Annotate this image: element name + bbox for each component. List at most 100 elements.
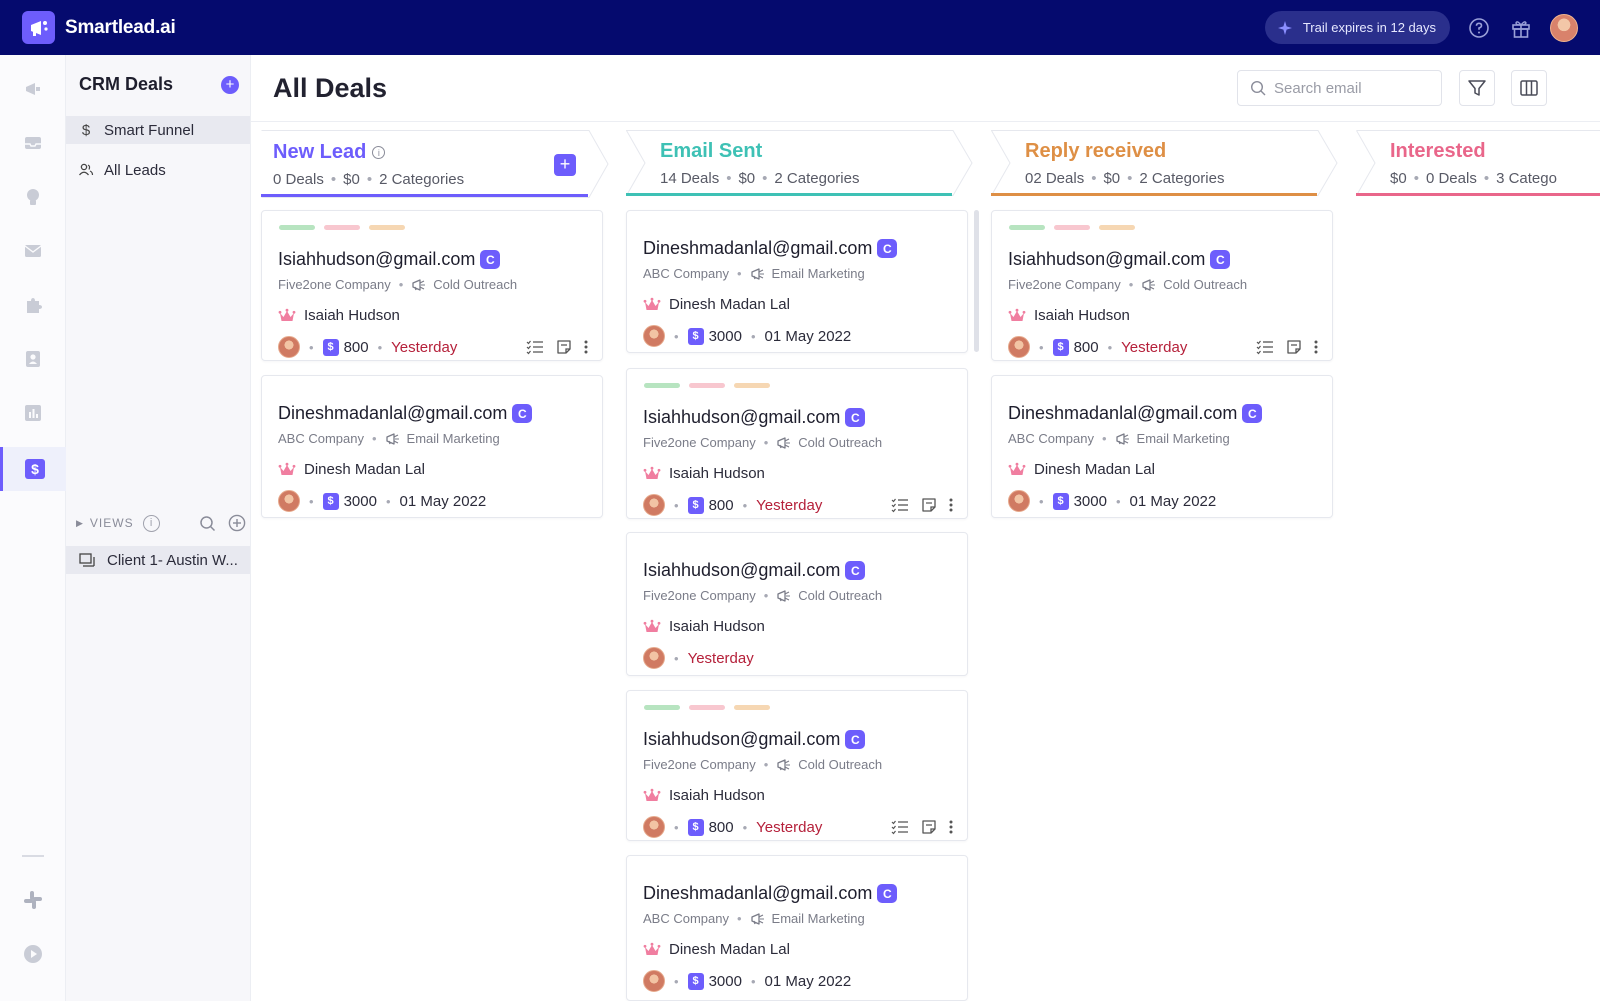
more-options-icon[interactable] <box>949 497 953 513</box>
checklist-icon[interactable] <box>891 497 909 513</box>
deal-card[interactable]: Dineshmadanlal@gmail.com C ABC Company • Ema… <box>626 210 968 353</box>
lead-company-row: Five2one Company • Cold Outreach <box>278 277 518 292</box>
deal-card[interactable]: Isiahhudson@gmail.com C Five2one Company • C… <box>626 690 968 841</box>
tag-chip[interactable] <box>324 225 360 230</box>
user-avatar[interactable] <box>1550 13 1578 42</box>
column-title: Reply received <box>1025 140 1167 162</box>
lead-email[interactable]: Dineshmadanlal@gmail.com C <box>643 238 898 259</box>
owner-avatar[interactable] <box>1008 490 1030 512</box>
lead-person: Dinesh Madan Lal <box>643 296 790 313</box>
card-actions <box>879 497 953 513</box>
deal-card[interactable]: Isiahhudson@gmail.com C Five2one Company • C… <box>626 368 968 519</box>
tag-chip[interactable] <box>1099 225 1135 230</box>
tag-chip[interactable] <box>1009 225 1045 230</box>
card-actions <box>514 339 588 355</box>
tag-chip[interactable] <box>644 705 680 710</box>
dollar-icon[interactable]: $ <box>0 447 66 491</box>
deal-card[interactable]: Dineshmadanlal@gmail.com C ABC Company • Ema… <box>991 375 1333 518</box>
lead-email[interactable]: Isiahhudson@gmail.com C <box>643 407 866 428</box>
checklist-icon[interactable] <box>526 339 544 355</box>
add-funnel-button[interactable]: + <box>221 76 239 94</box>
checklist-icon[interactable] <box>1256 339 1274 355</box>
note-icon[interactable] <box>556 339 572 355</box>
dollar-icon: $ <box>1052 492 1069 510</box>
view-item-client-1[interactable]: Client 1- Austin W... <box>66 546 250 574</box>
column-scrollbar[interactable] <box>974 210 979 352</box>
deal-card[interactable]: Dineshmadanlal@gmail.com C ABC Company • Ema… <box>261 375 603 518</box>
help-icon[interactable] <box>1466 15 1492 41</box>
deal-card[interactable]: Isiahhudson@gmail.com C Five2one Company • C… <box>991 210 1333 361</box>
lead-email[interactable]: Dineshmadanlal@gmail.com C <box>278 403 533 424</box>
column-header-reply-received[interactable]: Reply received 02 Deals • $0 • 2 Categories <box>991 130 1339 198</box>
trial-badge[interactable]: Trail expires in 12 days <box>1264 11 1450 44</box>
tag-chip[interactable] <box>369 225 405 230</box>
note-icon[interactable] <box>1286 339 1302 355</box>
search-views-icon[interactable] <box>199 515 216 532</box>
search-icon <box>1250 80 1266 96</box>
tag-chip[interactable] <box>1054 225 1090 230</box>
lead-email[interactable]: Isiahhudson@gmail.com C <box>643 729 866 750</box>
search-input[interactable] <box>1274 79 1424 97</box>
category-badge: C <box>877 239 898 258</box>
megaphone-icon[interactable] <box>0 67 66 111</box>
lead-email[interactable]: Isiahhudson@gmail.com C <box>278 249 501 270</box>
sidebar-item-all-leads[interactable]: All Leads <box>66 156 250 184</box>
lead-email[interactable]: Isiahhudson@gmail.com C <box>643 560 866 581</box>
checklist-icon[interactable] <box>891 819 909 835</box>
gift-icon[interactable] <box>1508 15 1534 41</box>
column-header-email-sent[interactable]: Email Sent 14 Deals • $0 • 2 Categories <box>626 130 974 198</box>
more-options-icon[interactable] <box>584 339 588 355</box>
lead-email[interactable]: Dineshmadanlal@gmail.com C <box>643 883 898 904</box>
mail-icon[interactable] <box>0 229 66 273</box>
lightbulb-icon[interactable] <box>0 175 66 219</box>
tag-chip[interactable] <box>734 383 770 388</box>
bar-chart-icon[interactable] <box>0 391 66 435</box>
filter-button[interactable] <box>1459 70 1495 106</box>
owner-avatar[interactable] <box>278 336 300 358</box>
info-icon[interactable]: i <box>372 146 386 159</box>
columns-button[interactable] <box>1511 70 1547 106</box>
more-options-icon[interactable] <box>1314 339 1318 355</box>
deal-card[interactable]: Dineshmadanlal@gmail.com C ABC Company • Ema… <box>626 855 968 1001</box>
deal-card[interactable]: Isiahhudson@gmail.com C Five2one Company • C… <box>261 210 603 361</box>
owner-avatar[interactable] <box>278 490 300 512</box>
info-icon[interactable]: i <box>142 514 160 532</box>
owner-avatar[interactable] <box>643 647 665 669</box>
sidebar-item-smart-funnel[interactable]: $ Smart Funnel <box>66 116 250 144</box>
tag-chip[interactable] <box>644 383 680 388</box>
tag-chip[interactable] <box>279 225 315 230</box>
smartlead-logo-icon[interactable] <box>22 11 55 44</box>
lead-email[interactable]: Isiahhudson@gmail.com C <box>1008 249 1231 270</box>
note-icon[interactable] <box>921 497 937 513</box>
deal-card[interactable]: Isiahhudson@gmail.com C Five2one Company • C… <box>626 532 968 676</box>
owner-avatar[interactable] <box>643 494 665 516</box>
tag-chip[interactable] <box>689 705 725 710</box>
contact-icon[interactable] <box>0 337 66 381</box>
lead-email[interactable]: Dineshmadanlal@gmail.com C <box>1008 403 1263 424</box>
sidebar-item-label: Smart Funnel <box>104 121 195 139</box>
owner-avatar[interactable] <box>643 325 665 347</box>
company-name: Five2one Company <box>643 588 756 603</box>
more-options-icon[interactable] <box>949 819 953 835</box>
tag-chip[interactable] <box>689 383 725 388</box>
caret-right-icon[interactable]: ▶ <box>76 518 84 529</box>
tag-chip[interactable] <box>734 705 770 710</box>
play-icon[interactable] <box>0 932 66 976</box>
column-header-new-lead[interactable]: New Lead i 0 Deals • $0 • 2 Categories + <box>261 130 609 198</box>
svg-text:$: $ <box>31 461 39 477</box>
inbox-icon[interactable] <box>0 121 66 165</box>
add-deal-button[interactable]: + <box>554 154 576 176</box>
category-badge: C <box>845 730 866 749</box>
card-actions <box>1244 339 1318 355</box>
search-box[interactable] <box>1237 70 1442 106</box>
note-icon[interactable] <box>921 819 937 835</box>
owner-avatar[interactable] <box>643 816 665 838</box>
column-header-interested[interactable]: Interested $0 • 0 Deals • 3 Catego <box>1356 130 1600 198</box>
add-view-icon[interactable] <box>228 514 246 532</box>
puzzle-icon[interactable] <box>0 283 66 327</box>
lead-company-row: ABC Company • Email Marketing <box>643 266 865 281</box>
owner-avatar[interactable] <box>1008 336 1030 358</box>
slack-icon[interactable] <box>0 878 66 922</box>
owner-avatar[interactable] <box>643 970 665 992</box>
campaign-name: Cold Outreach <box>798 435 883 450</box>
